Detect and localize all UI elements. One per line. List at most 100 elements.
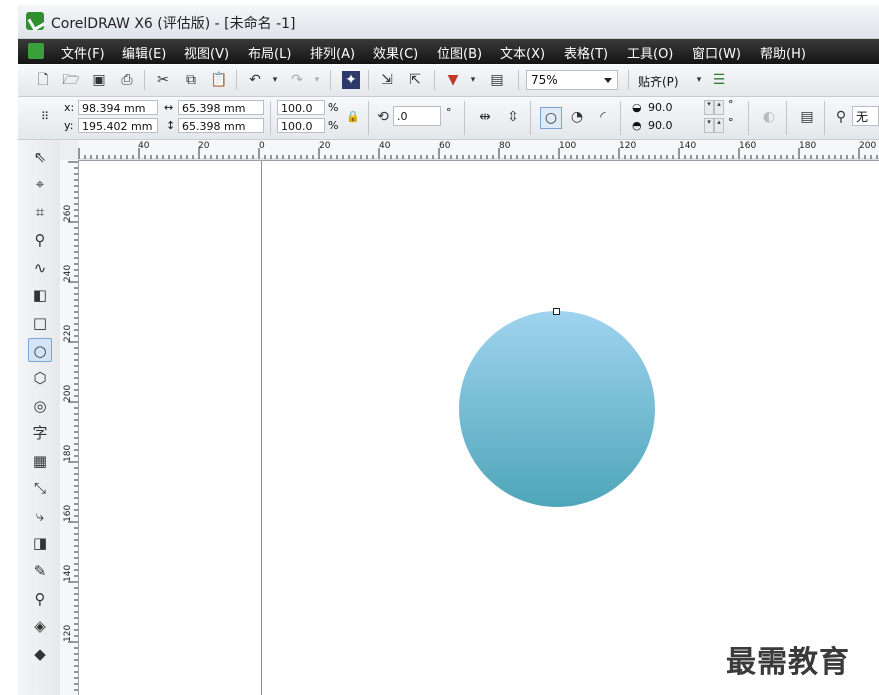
ruler-label: 0 — [259, 141, 265, 151]
connector-tool-icon[interactable]: ⤷ — [28, 504, 52, 528]
menu-help[interactable]: 帮助(H) — [760, 43, 806, 62]
dimension-tool-icon[interactable]: ⤡ — [28, 476, 52, 500]
interactive-fill-tool-icon[interactable]: ◆ — [28, 642, 52, 666]
new-document-icon[interactable]: 🗋 — [34, 71, 52, 89]
copy-icon[interactable]: ⧉ — [182, 71, 200, 89]
ellipse-node-handle[interactable] — [553, 308, 560, 315]
print-icon[interactable]: ⎙ — [118, 71, 136, 89]
pie-mode-icon[interactable]: ◔ — [568, 108, 586, 126]
vertical-ruler[interactable]: 260 240 220 200 180 160 140 120 — [60, 160, 79, 695]
options-icon[interactable]: ☰ — [710, 71, 728, 89]
undo-icon[interactable]: ↶ — [246, 71, 264, 89]
mirror-vertical-icon[interactable]: ⇳ — [504, 108, 522, 126]
direction-icon[interactable]: ◐ — [760, 108, 778, 126]
text-tool-icon[interactable]: 字 — [28, 421, 52, 445]
snap-dropdown-icon[interactable]: ▾ — [690, 71, 708, 89]
basic-shapes-tool-icon[interactable]: ◎ — [28, 394, 52, 418]
freehand-tool-icon[interactable]: ∿ — [28, 256, 52, 280]
undo-dropdown-icon[interactable]: ▾ — [266, 71, 284, 89]
crop-tool-icon[interactable]: ⌗ — [28, 200, 52, 224]
ruler-origin-corner[interactable] — [60, 140, 79, 161]
width-field[interactable]: 65.398 mm — [178, 100, 264, 115]
outline-width-field[interactable]: 无 — [852, 106, 879, 126]
menu-arrange[interactable]: 排列(A) — [310, 43, 355, 62]
start-angle-field[interactable]: 90.0 — [648, 101, 673, 114]
pick-tool-icon[interactable]: ⇖ — [28, 145, 52, 169]
ruler-label: 180 — [63, 444, 73, 462]
rotation-degree-unit: ° — [446, 106, 452, 119]
object-origin-icon[interactable]: ⠿ — [36, 108, 54, 126]
import-icon[interactable]: ⇲ — [378, 71, 396, 89]
redo-icon[interactable]: ↷ — [288, 71, 306, 89]
menu-tools[interactable]: 工具(O) — [627, 43, 673, 62]
fill-tool-icon[interactable]: ◈ — [28, 614, 52, 638]
menu-table[interactable]: 表格(T) — [564, 43, 608, 62]
horizontal-ruler[interactable]: 40 20 0 20 40 60 80 100 120 140 160 180 … — [78, 140, 879, 161]
ruler-label: 180 — [799, 141, 817, 151]
blend-tool-icon[interactable]: ◨ — [28, 531, 52, 555]
menu-logo-icon — [28, 43, 44, 59]
paste-icon[interactable]: 📋 — [210, 71, 228, 89]
y-position-field[interactable]: 195.402 mm — [78, 118, 158, 133]
mirror-horizontal-icon[interactable]: ⇹ — [476, 108, 494, 126]
arc-mode-icon[interactable]: ◜ — [594, 108, 612, 126]
zoom-tool-icon[interactable]: ⚲ — [28, 228, 52, 252]
export-icon[interactable]: ⇱ — [406, 71, 424, 89]
height-field[interactable]: 65.398 mm — [178, 118, 264, 133]
menu-text[interactable]: 文本(X) — [500, 43, 545, 62]
menu-view[interactable]: 视图(V) — [184, 43, 229, 62]
end-angle-icon: ◓ — [632, 119, 642, 132]
menu-layout[interactable]: 布局(L) — [248, 43, 291, 62]
scale-x-field[interactable]: 100.0 — [277, 100, 325, 115]
menu-window[interactable]: 窗口(W) — [692, 43, 741, 62]
toolbar-separator — [434, 70, 435, 90]
start-angle-up-arrow[interactable]: ▴ — [714, 100, 724, 115]
ruler-label: 200 — [859, 141, 877, 151]
end-angle-up-arrow[interactable]: ▴ — [714, 118, 724, 133]
menu-bitmaps[interactable]: 位图(B) — [437, 43, 482, 62]
open-folder-icon[interactable]: 🗁 — [62, 71, 80, 89]
snap-to-button[interactable]: 贴齐(P) — [638, 73, 679, 90]
table-tool-icon[interactable]: ▦ — [28, 449, 52, 473]
ellipse-tool-icon[interactable]: ○ — [28, 338, 52, 362]
ellipse-mode-icon[interactable]: ○ — [540, 107, 562, 129]
redo-dropdown-icon[interactable]: ▾ — [308, 71, 326, 89]
menu-bar: 文件(F) 编辑(E) 视图(V) 布局(L) 排列(A) 效果(C) 位图(B… — [18, 39, 879, 64]
vertical-ruler-ticks — [68, 161, 78, 691]
menu-edit[interactable]: 编辑(E) — [122, 43, 166, 62]
launcher-dropdown-icon[interactable]: ▾ — [464, 71, 482, 89]
toolbar-separator — [368, 101, 369, 135]
watermark: 最需教育 — [726, 645, 850, 680]
smart-fill-tool-icon[interactable]: ◧ — [28, 283, 52, 307]
x-position-field[interactable]: 98.394 mm — [78, 100, 158, 115]
start-angle-down-arrow[interactable]: ▾ — [704, 100, 714, 115]
eyedropper-tool-icon[interactable]: ✎ — [28, 559, 52, 583]
ruler-label: 200 — [63, 384, 73, 402]
menu-effects[interactable]: 效果(C) — [373, 43, 418, 62]
cut-icon[interactable]: ✂ — [154, 71, 172, 89]
toolbox: ⇖ ⌖ ⌗ ⚲ ∿ ◧ □ ○ ⬡ ◎ 字 ▦ ⤡ ⤷ ◨ ✎ ⚲ ◈ ◆ — [18, 140, 61, 695]
end-angle-down-arrow[interactable]: ▾ — [704, 118, 714, 133]
rectangle-tool-icon[interactable]: □ — [28, 311, 52, 335]
lock-ratio-icon[interactable]: 🔒 — [344, 108, 362, 126]
toolbar-separator — [628, 70, 629, 90]
zoom-level-dropdown[interactable]: 75% — [526, 70, 618, 90]
menu-file[interactable]: 文件(F) — [61, 43, 105, 62]
height-icon: ↕ — [166, 119, 176, 132]
welcome-screen-icon[interactable]: ▤ — [488, 71, 506, 89]
gradient-circle[interactable] — [459, 311, 655, 507]
ruler-label: 60 — [439, 141, 451, 151]
application-launcher-icon[interactable]: ▼ — [444, 71, 462, 89]
scale-y-field[interactable]: 100.0 — [277, 118, 325, 133]
search-content-icon[interactable]: ✦ — [342, 71, 360, 89]
ruler-label: 240 — [63, 264, 73, 282]
wrap-text-icon[interactable]: ▤ — [798, 108, 816, 126]
toolbar-separator — [144, 70, 145, 90]
save-icon[interactable]: ▣ — [90, 71, 108, 89]
shape-tool-icon[interactable]: ⌖ — [28, 172, 52, 196]
ruler-label: 120 — [63, 624, 73, 642]
rotation-angle-field[interactable]: .0 — [393, 106, 441, 126]
end-angle-field[interactable]: 90.0 — [648, 119, 673, 132]
polygon-tool-icon[interactable]: ⬡ — [28, 366, 52, 390]
outline-tool-icon[interactable]: ⚲ — [28, 587, 52, 611]
